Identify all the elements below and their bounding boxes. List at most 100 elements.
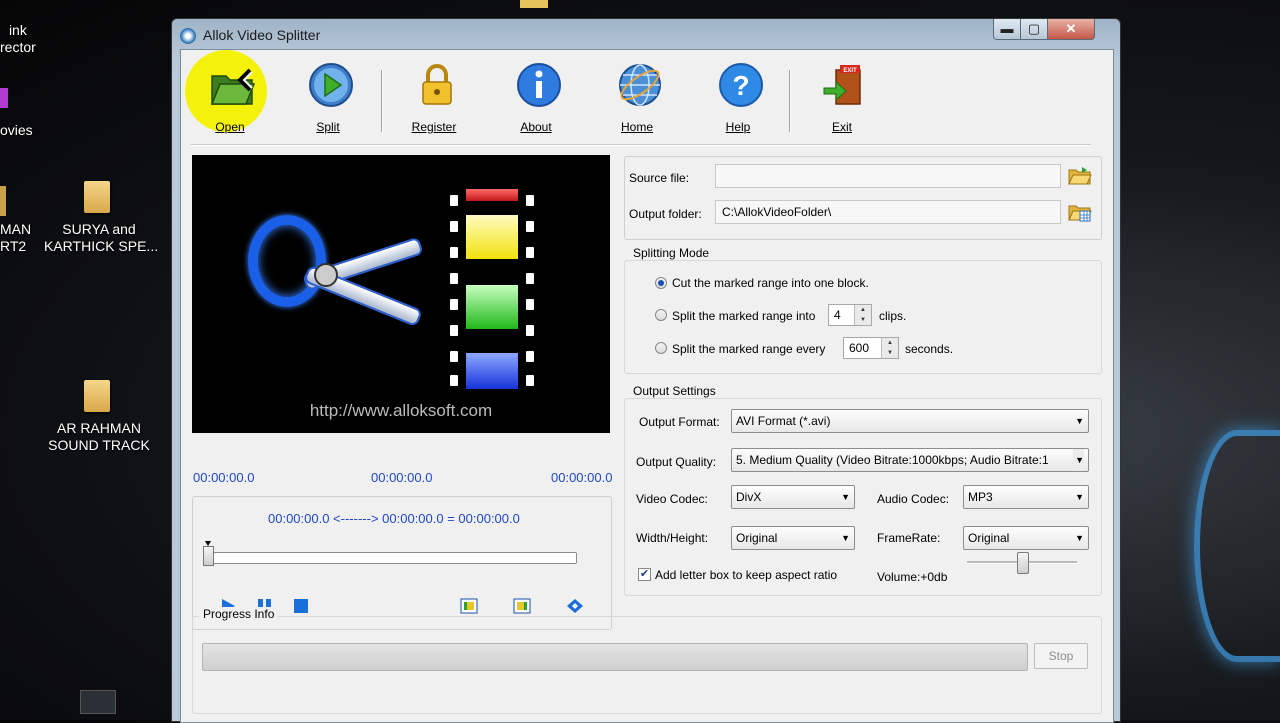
width-height-label: Width/Height:: [636, 531, 709, 545]
seconds-spinner[interactable]: 600 ▲ ▼: [843, 337, 899, 359]
split-clips-label[interactable]: Split the marked range into: [672, 309, 815, 323]
film-hole: [450, 351, 458, 362]
toolbar-divider: [191, 144, 1091, 146]
output-format-value: AVI Format (*.avi): [736, 414, 831, 428]
folder-open-icon: [210, 68, 256, 105]
window-title: Allok Video Splitter: [203, 27, 321, 43]
about-button[interactable]: About: [497, 54, 575, 138]
split-one-block-radio[interactable]: [655, 277, 667, 289]
film-hole: [526, 273, 534, 284]
stop-button[interactable]: Stop: [1034, 643, 1088, 669]
home-button[interactable]: Home: [598, 54, 676, 138]
film-hole: [450, 273, 458, 284]
exit-button[interactable]: EXIT Exit: [803, 54, 881, 138]
seconds-value: 600: [849, 341, 870, 355]
folder-icon[interactable]: [84, 380, 110, 412]
desktop-item-label[interactable]: MAN RT2: [0, 221, 31, 255]
title-bar[interactable]: Allok Video Splitter ▬ ▢ ✕: [172, 19, 1120, 51]
desktop-app-icon[interactable]: [0, 186, 6, 216]
source-file-field[interactable]: [715, 164, 1061, 188]
source-file-label: Source file:: [629, 171, 690, 185]
open-button[interactable]: Open: [185, 50, 269, 138]
selected-range-text: 00:00:00.0 <-------> 00:00:00.0 = 00:00:…: [268, 511, 520, 526]
seek-track[interactable]: [209, 552, 577, 564]
output-format-select[interactable]: AVI Format (*.avi) ▼: [731, 409, 1089, 433]
spinner-arrows-icon[interactable]: ▲ ▼: [881, 338, 898, 358]
scissors-graphic: [248, 215, 326, 307]
film-hole: [450, 375, 458, 386]
output-settings-title: Output Settings: [629, 384, 720, 398]
clips-count-spinner[interactable]: 4 ▲ ▼: [828, 304, 872, 326]
video-preview[interactable]: http://www.alloksoft.com: [192, 155, 610, 433]
desktop-app-icon[interactable]: [80, 690, 116, 714]
desktop-item-label[interactable]: ink rector: [0, 22, 36, 56]
width-height-select[interactable]: Original ▼: [731, 526, 855, 550]
info-icon: [517, 63, 561, 107]
close-button[interactable]: ✕: [1047, 19, 1095, 40]
video-codec-value: DivX: [736, 490, 762, 504]
volume-label: Volume:+0db: [877, 570, 948, 584]
chevron-down-icon: ▼: [841, 533, 850, 543]
help-button[interactable]: ? Help: [699, 54, 777, 138]
audio-codec-select[interactable]: MP3 ▼: [963, 485, 1089, 509]
progress-title: Progress Info: [199, 607, 279, 621]
split-one-block-label[interactable]: Cut the marked range into one block.: [672, 276, 869, 290]
browse-source-icon[interactable]: [1068, 166, 1092, 186]
film-hole: [526, 375, 534, 386]
chevron-down-icon: ▼: [841, 492, 850, 502]
minimize-button[interactable]: ▬: [993, 19, 1021, 40]
output-quality-select[interactable]: 5. Medium Quality (Video Bitrate:1000kbp…: [731, 448, 1089, 472]
seek-thumb[interactable]: [203, 546, 214, 566]
desktop-item-label[interactable]: SURYA and KARTHICK SPE...: [44, 221, 158, 255]
about-label: About: [520, 120, 552, 134]
film-frame-yellow: [466, 215, 518, 259]
output-quality-label: Output Quality:: [636, 455, 717, 469]
video-codec-label: Video Codec:: [636, 492, 708, 506]
film-hole: [526, 221, 534, 232]
globe-icon: [619, 64, 661, 106]
scissors-pivot: [314, 263, 338, 287]
letterbox-label[interactable]: Add letter box to keep aspect ratio: [655, 568, 837, 582]
exit-label: Exit: [831, 120, 852, 134]
stop-icon[interactable]: [293, 598, 309, 614]
output-folder-label: Output folder:: [629, 207, 702, 221]
output-quality-value: 5. Medium Quality (Video Bitrate:1000kbp…: [736, 453, 1049, 467]
time-middle: 00:00:00.0: [371, 470, 433, 485]
output-folder-field[interactable]: C:\AllokVideoFolder\: [715, 200, 1061, 224]
spinner-arrows-icon[interactable]: ▲ ▼: [854, 305, 871, 325]
mark-start-icon[interactable]: [459, 598, 479, 614]
letterbox-checkbox[interactable]: ✔: [638, 568, 651, 581]
split-every-radio[interactable]: [655, 342, 667, 354]
chevron-down-icon: ▼: [1075, 492, 1084, 502]
split-clips-suffix: clips.: [879, 309, 907, 323]
film-hole: [450, 325, 458, 336]
desktop-app-icon[interactable]: [0, 88, 8, 108]
svg-text:EXIT: EXIT: [843, 68, 857, 74]
folder-icon[interactable]: [84, 181, 110, 213]
browse-output-icon[interactable]: [1068, 202, 1092, 222]
framerate-select[interactable]: Original ▼: [963, 526, 1089, 550]
audio-codec-value: MP3: [968, 490, 993, 504]
preview-range-icon[interactable]: [565, 598, 585, 614]
help-label: Help: [725, 120, 751, 134]
progress-bar: [202, 643, 1028, 671]
toolbar-separator: [789, 70, 791, 132]
framerate-label: FrameRate:: [877, 531, 941, 545]
maximize-button[interactable]: ▢: [1020, 19, 1048, 40]
time-start: 00:00:00.0: [193, 470, 255, 485]
split-every-suffix: seconds.: [905, 342, 954, 356]
film-hole: [526, 325, 534, 336]
split-every-label[interactable]: Split the marked range every: [672, 342, 825, 356]
chevron-down-icon: ▼: [1075, 533, 1084, 543]
split-clips-radio[interactable]: [655, 309, 667, 321]
register-label: Register: [411, 120, 457, 134]
desktop-item-label[interactable]: AR RAHMAN SOUND TRACK: [44, 420, 154, 454]
register-button[interactable]: Register: [395, 54, 473, 138]
desktop-app-icon[interactable]: [520, 0, 548, 8]
desktop-item-label[interactable]: ovies: [0, 122, 33, 139]
film-hole: [526, 299, 534, 310]
volume-thumb[interactable]: [1017, 552, 1029, 574]
split-button[interactable]: Split: [289, 54, 367, 138]
video-codec-select[interactable]: DivX ▼: [731, 485, 855, 509]
mark-end-icon[interactable]: [512, 598, 532, 614]
